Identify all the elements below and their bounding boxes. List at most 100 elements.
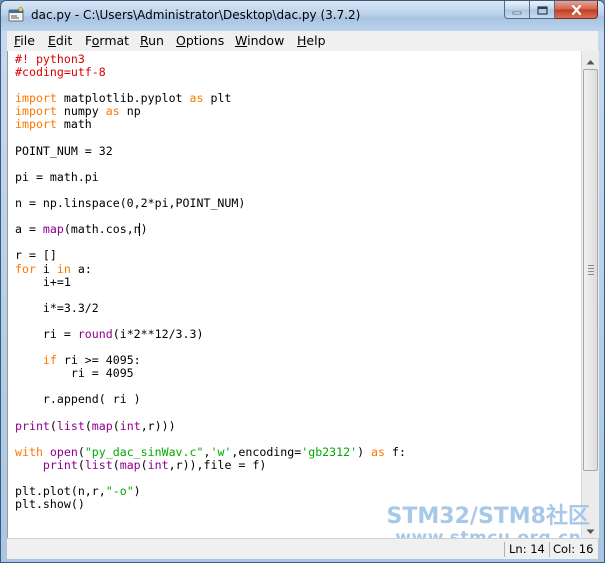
arrow-down-icon — [586, 520, 595, 539]
code-line[interactable]: if ri >= 4095: — [15, 353, 141, 367]
code-token: with — [15, 444, 43, 459]
code-line[interactable]: import matplotlib.pyplot as plt — [15, 91, 231, 105]
code-token: (i*2**12/3.3) — [112, 326, 204, 341]
code-token: i*=3.3/2 — [15, 300, 99, 315]
code-token: ri = 4095 — [15, 366, 134, 381]
code-line[interactable]: r = [] — [15, 248, 57, 262]
menu-run[interactable]: Run — [140, 33, 164, 48]
menu-window-mnemonic: W — [235, 33, 248, 48]
code-token: ( — [77, 457, 85, 472]
code-line[interactable]: import numpy as np — [15, 104, 141, 118]
thumb-grip-line — [588, 271, 594, 272]
code-line[interactable]: print(list(map(int,r))) — [15, 419, 176, 433]
code-token: if — [42, 353, 57, 368]
code-token: int — [119, 418, 141, 433]
code-line[interactable]: ri = round(i*2**12/3.3) — [15, 326, 204, 341]
code-line[interactable]: with open("py_dac_sinWav.c",'w',encoding… — [15, 445, 406, 459]
code-token: ) — [357, 444, 372, 459]
code-token: in — [56, 261, 71, 276]
code-line[interactable]: pi = math.pi — [15, 170, 99, 184]
code-token: #coding=utf-8 — [15, 65, 106, 80]
code-token: np — [119, 104, 141, 119]
code-token: ,r))) — [140, 418, 176, 433]
code-line[interactable]: import math — [15, 117, 92, 131]
code-token: 'w' — [210, 444, 232, 459]
code-line[interactable]: n = np.linspace(0,2*pi,POINT_NUM) — [15, 196, 245, 210]
menu-edit-mnemonic: E — [48, 33, 56, 48]
code-token: round — [77, 326, 113, 341]
code-token: math — [56, 117, 92, 132]
code-editor[interactable]: #! python3 #coding=utf-8 import matplotl… — [7, 51, 582, 538]
text-cursor — [139, 223, 140, 236]
close-button[interactable] — [555, 1, 598, 19]
code-token: open — [49, 444, 78, 459]
code-token: import — [15, 91, 57, 106]
code-token: map — [42, 222, 64, 237]
menu-format[interactable]: Format — [85, 33, 129, 48]
idle-python-icon — [8, 7, 24, 23]
menu-format-pre: F — [85, 33, 92, 48]
menu-help-mnemonic: H — [297, 33, 307, 48]
menu-file[interactable]: File — [14, 33, 35, 48]
code-line[interactable]: plt.plot(n,r,"-o") — [15, 484, 141, 498]
code-token: for — [15, 261, 36, 276]
window-title: dac.py - C:\Users\Administrator\Desktop\… — [31, 8, 361, 22]
scroll-up-button[interactable] — [582, 51, 599, 68]
code-token: print — [42, 457, 78, 472]
code-line[interactable]: #! python3 — [15, 52, 85, 66]
code-token: ,r)),file = f) — [168, 457, 267, 472]
code-token: i+=1 — [15, 274, 71, 289]
code-token: ( — [112, 457, 120, 472]
menu-window[interactable]: Window — [235, 33, 284, 48]
menu-help[interactable]: Help — [297, 33, 326, 48]
menu-format-rest: rmat — [99, 33, 130, 48]
code-token: ,encoding= — [231, 444, 302, 459]
code-line[interactable]: #coding=utf-8 — [15, 65, 106, 79]
code-token: int — [147, 457, 169, 472]
scroll-thumb[interactable] — [583, 69, 598, 471]
thumb-grip-line — [588, 265, 594, 266]
thumb-grip-line — [588, 274, 594, 275]
status-column: Col: 16 — [553, 542, 594, 556]
code-line[interactable]: POINT_NUM = 32 — [15, 144, 113, 158]
code-token: numpy — [56, 104, 106, 119]
arrow-up-icon — [586, 50, 595, 69]
code-token: ri = — [15, 326, 78, 341]
code-token: as — [371, 444, 386, 459]
code-token: "py_dac_sinWav.c" — [84, 444, 204, 459]
code-line[interactable]: i+=1 — [15, 275, 71, 289]
title-bar[interactable]: dac.py - C:\Users\Administrator\Desktop\… — [1, 1, 604, 31]
code-line[interactable]: for i in a: — [15, 262, 92, 276]
code-token: ( — [140, 457, 148, 472]
code-token: i — [35, 261, 57, 276]
menu-file-rest: ile — [20, 33, 35, 48]
code-token: ( — [84, 418, 92, 433]
code-text[interactable]: #! python3 #coding=utf-8 import matplotl… — [15, 52, 406, 511]
status-separator — [504, 542, 505, 557]
idle-editor-window: dac.py - C:\Users\Administrator\Desktop\… — [0, 0, 605, 563]
code-line[interactable]: r.append( ri ) — [15, 392, 141, 406]
code-token: plt.show() — [15, 497, 85, 512]
status-bar: Ln: 14 Col: 16 — [7, 538, 598, 559]
menu-run-rest: un — [148, 33, 164, 48]
code-token: POINT_NUM = 32 — [15, 143, 113, 158]
code-line[interactable]: print(list(map(int,r)),file = f) — [15, 458, 266, 472]
code-line[interactable]: i*=3.3/2 — [15, 301, 99, 315]
code-token: import — [15, 117, 57, 132]
menu-edit[interactable]: Edit — [48, 33, 72, 48]
menu-options[interactable]: Options — [176, 33, 224, 48]
code-line[interactable]: ri = 4095 — [15, 366, 134, 380]
code-token: plt — [203, 91, 232, 106]
code-token: ( — [77, 444, 85, 459]
code-token: r.append( ri ) — [15, 392, 141, 407]
code-line[interactable]: plt.show() — [15, 497, 85, 511]
code-token: ( — [49, 418, 57, 433]
code-line[interactable]: a = map(math.cos,n) — [15, 222, 148, 236]
maximize-button[interactable] — [530, 1, 555, 19]
status-separator — [549, 542, 550, 557]
vertical-scrollbar[interactable] — [581, 51, 599, 538]
minimize-button[interactable] — [504, 1, 530, 19]
scroll-down-button[interactable] — [582, 521, 599, 538]
